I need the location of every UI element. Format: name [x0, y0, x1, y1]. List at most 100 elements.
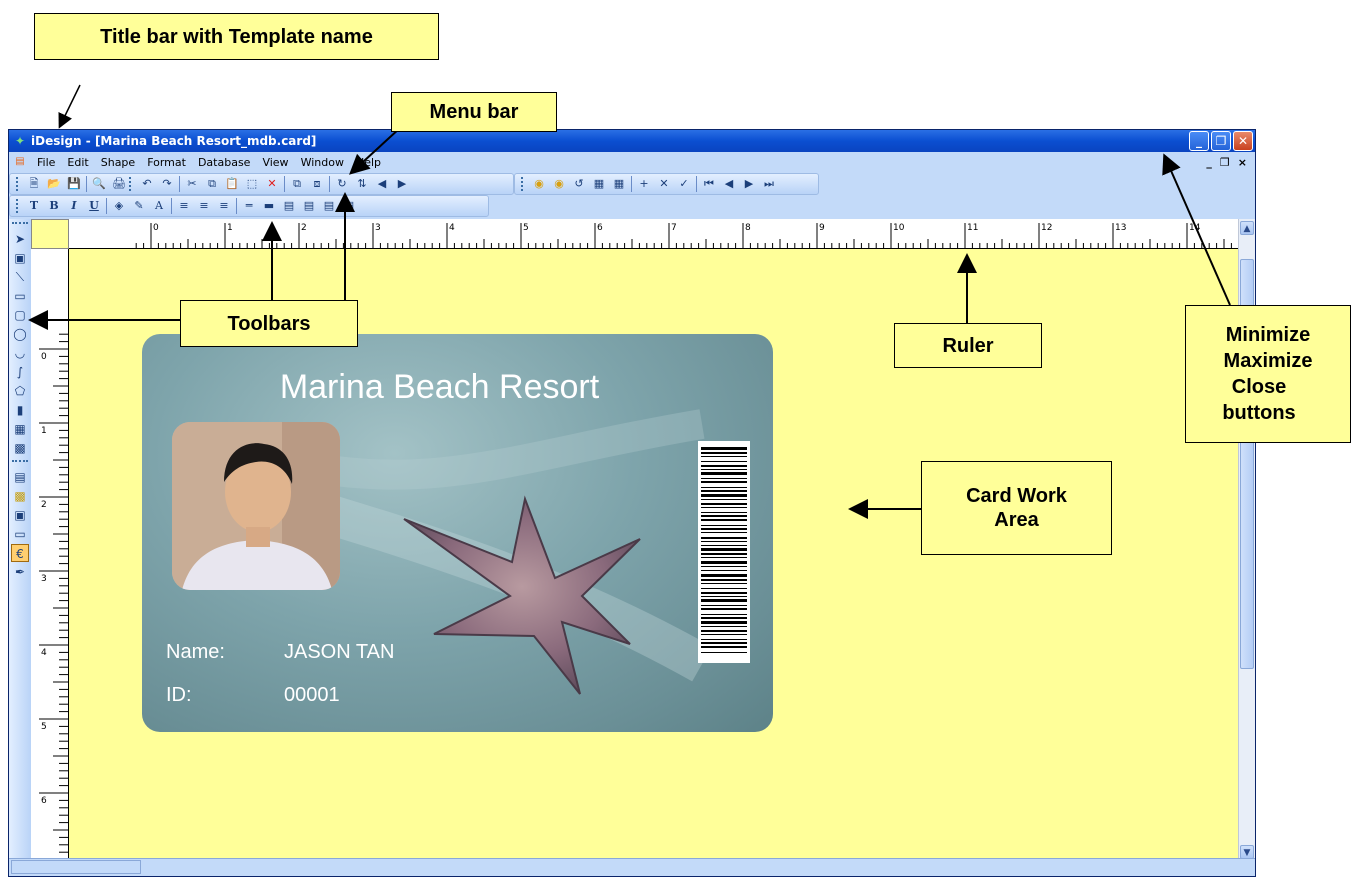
arc-icon[interactable]: ◡: [11, 344, 29, 362]
text-field-icon[interactable]: €: [11, 544, 29, 562]
menu-format[interactable]: Format: [141, 156, 192, 169]
signature-icon[interactable]: ✒: [11, 563, 29, 581]
send-back-icon[interactable]: ⧈: [309, 176, 325, 192]
barcode-bar: [701, 596, 747, 597]
bring-front-icon[interactable]: ⧉: [289, 176, 305, 192]
qr-code-icon[interactable]: ▩: [11, 439, 29, 457]
photo-capture-icon[interactable]: ▣: [11, 506, 29, 524]
select-icon[interactable]: ⬚: [244, 176, 260, 192]
paste-icon[interactable]: 📋: [224, 176, 240, 192]
mirror-left-icon[interactable]: ◀: [374, 176, 390, 192]
document-icon[interactable]: ▤: [13, 156, 27, 168]
polygon-icon[interactable]: ⬠: [11, 382, 29, 400]
barcode-icon[interactable]: ▮: [11, 401, 29, 419]
toolbar-grip[interactable]: [129, 177, 134, 191]
line-style-icon[interactable]: ═: [241, 198, 257, 214]
add-record-icon[interactable]: +: [636, 176, 652, 192]
barcode-bar: [701, 574, 747, 577]
menu-help[interactable]: Help: [350, 156, 387, 169]
flip-icon[interactable]: ⇅: [354, 176, 370, 192]
mdi-close-icon[interactable]: ×: [1238, 156, 1247, 169]
last-record-icon[interactable]: ⏭: [761, 176, 777, 192]
card-icon[interactable]: ▭: [11, 525, 29, 543]
first-record-icon[interactable]: ⏮: [701, 176, 717, 192]
redo-icon[interactable]: ↷: [159, 176, 175, 192]
restore-icon[interactable]: ❐: [1211, 131, 1231, 151]
align-left-icon[interactable]: ≡: [176, 198, 192, 214]
new-icon[interactable]: 🗎: [26, 176, 42, 192]
line-color-icon[interactable]: ✎: [131, 198, 147, 214]
prev-record-icon[interactable]: ◀: [721, 176, 737, 192]
refresh-icon[interactable]: ↺: [571, 176, 587, 192]
distribute-icon[interactable]: ▤: [301, 198, 317, 214]
line-width-icon[interactable]: ▬: [261, 198, 277, 214]
ellipse-icon[interactable]: ◯: [11, 325, 29, 343]
scroll-up-icon[interactable]: ▲: [1240, 221, 1254, 235]
confirm-record-icon[interactable]: ✓: [676, 176, 692, 192]
print-preview-icon[interactable]: 🔍: [91, 176, 107, 192]
menu-file[interactable]: File: [31, 156, 61, 169]
barcode-bar: [701, 634, 747, 635]
pointer-icon[interactable]: ➤: [11, 230, 29, 248]
mdi-restore-icon[interactable]: ❐: [1220, 156, 1230, 169]
toolbar-grip[interactable]: [521, 177, 526, 191]
menu-shape[interactable]: Shape: [95, 156, 141, 169]
save-icon[interactable]: 💾: [66, 176, 82, 192]
barcode-bar: [701, 465, 747, 467]
cut-icon[interactable]: ✂: [184, 176, 200, 192]
undo-icon[interactable]: ↶: [139, 176, 155, 192]
ruler-label: 6: [597, 223, 603, 233]
menu-window[interactable]: Window: [295, 156, 350, 169]
font-color-icon[interactable]: A: [151, 198, 167, 214]
ruler-label: 4: [449, 223, 455, 233]
italic-icon[interactable]: I: [66, 198, 82, 214]
table-icon[interactable]: ▦: [591, 176, 607, 192]
barcode[interactable]: [698, 441, 750, 663]
open-icon[interactable]: 📂: [46, 176, 62, 192]
magnetic-stripe-icon[interactable]: ▤: [11, 468, 29, 486]
group-icon[interactable]: ▤: [341, 198, 357, 214]
smart-chip-icon[interactable]: ▩: [11, 487, 29, 505]
delete-icon[interactable]: ✕: [264, 176, 280, 192]
fill-color-icon[interactable]: ◈: [111, 198, 127, 214]
mdi-minimize-icon[interactable]: _: [1206, 156, 1212, 169]
menu-edit[interactable]: Edit: [61, 156, 94, 169]
horizontal-ruler-ticks: 0 1 2 3 4 5 6 7 8 9 10 11 12 13 14: [135, 223, 1240, 249]
menu-database[interactable]: Database: [192, 156, 257, 169]
print-icon[interactable]: 🖨: [111, 176, 127, 192]
close-icon[interactable]: ✕: [1233, 131, 1253, 151]
next-record-icon[interactable]: ▶: [741, 176, 757, 192]
align-center-icon[interactable]: ≡: [196, 198, 212, 214]
menu-view[interactable]: View: [256, 156, 294, 169]
bold-icon[interactable]: B: [46, 198, 62, 214]
delete-record-icon[interactable]: ✕: [656, 176, 672, 192]
callout-toolbars: Toolbars: [180, 300, 358, 347]
rounded-rectangle-icon[interactable]: ▢: [11, 306, 29, 324]
title-bar[interactable]: ✦ iDesign - [Marina Beach Resort_mdb.car…: [9, 130, 1255, 152]
barcode-2d-icon[interactable]: ▦: [11, 420, 29, 438]
toolbar-grip[interactable]: [12, 460, 28, 465]
portrait-photo[interactable]: [172, 422, 340, 590]
id-card[interactable]: Marina Beach Resort Name: JASON TAN ID: …: [142, 334, 773, 732]
toolbar-grip[interactable]: [16, 177, 21, 191]
image-icon[interactable]: ▣: [11, 249, 29, 267]
same-size-icon[interactable]: ▤: [321, 198, 337, 214]
font-icon[interactable]: T: [26, 198, 42, 214]
copy-icon[interactable]: ⧉: [204, 176, 220, 192]
curve-icon[interactable]: ∫: [11, 363, 29, 381]
toolbar-grip[interactable]: [16, 199, 21, 213]
underline-icon[interactable]: U: [86, 198, 102, 214]
ruler-label: 11: [967, 223, 978, 233]
mirror-right-icon[interactable]: ▶: [394, 176, 410, 192]
align-objects-icon[interactable]: ▤: [281, 198, 297, 214]
database-link-icon[interactable]: ◉: [551, 176, 567, 192]
grid-icon[interactable]: ▦: [611, 176, 627, 192]
minimize-icon[interactable]: _: [1189, 131, 1209, 151]
scroll-down-icon[interactable]: ▼: [1240, 845, 1254, 859]
rotate-icon[interactable]: ↻: [334, 176, 350, 192]
align-right-icon[interactable]: ≡: [216, 198, 232, 214]
rectangle-icon[interactable]: ▭: [11, 287, 29, 305]
line-icon[interactable]: ⟍: [11, 268, 29, 286]
database-connect-icon[interactable]: ◉: [531, 176, 547, 192]
toolbar-grip[interactable]: [12, 222, 28, 227]
